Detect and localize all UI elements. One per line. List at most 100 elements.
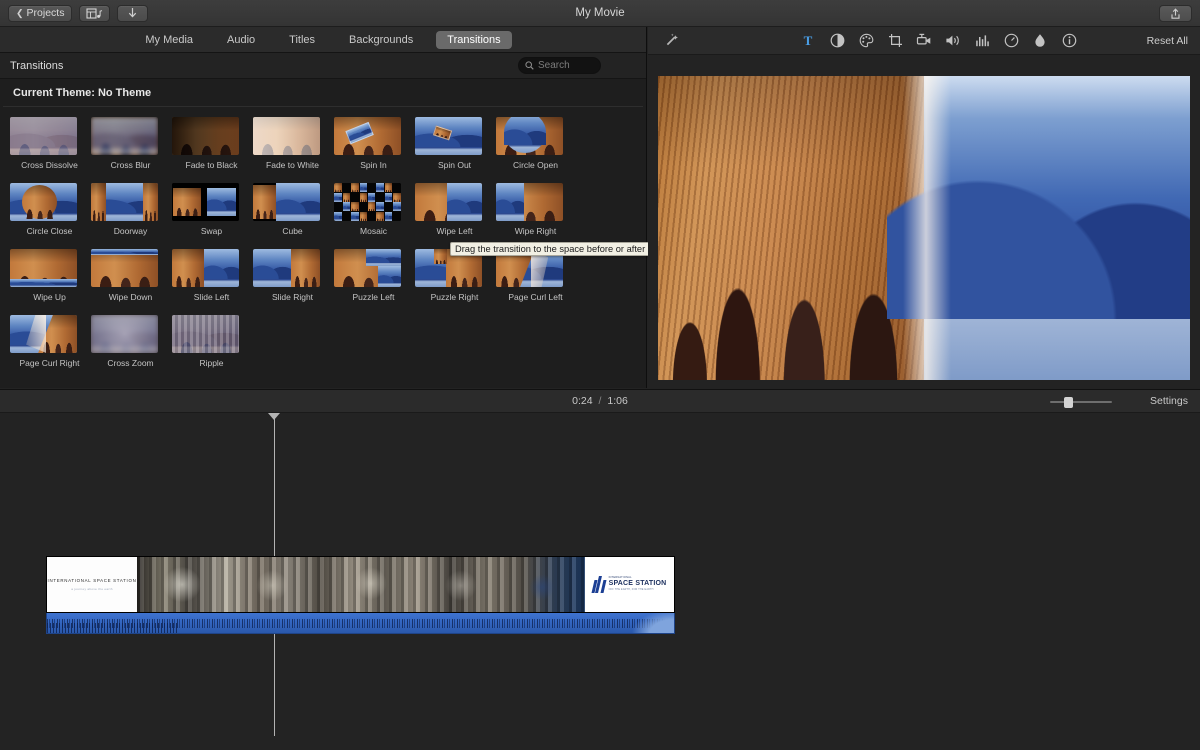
- mosaic-tile: [384, 192, 393, 202]
- transition-thumbnail[interactable]: [10, 117, 77, 155]
- speed-icon[interactable]: [1003, 32, 1019, 49]
- transition-thumbnail[interactable]: [172, 117, 239, 155]
- transition-item-wipe-up[interactable]: Wipe Up: [10, 249, 91, 302]
- transition-item-spin-out[interactable]: Spin Out: [415, 117, 496, 170]
- clip-info-icon[interactable]: [1061, 32, 1077, 49]
- transition-item-page-curl-left[interactable]: Page Curl Left: [496, 249, 577, 302]
- transition-thumbnail[interactable]: [172, 249, 239, 287]
- transition-item-wipe-left[interactable]: Wipe Left: [415, 183, 496, 236]
- transition-label: Cross Dissolve: [21, 160, 78, 170]
- reset-all-button[interactable]: Reset All: [1147, 35, 1188, 47]
- color-correction-icon[interactable]: [858, 32, 874, 49]
- transition-thumbnail[interactable]: [334, 117, 401, 155]
- transition-thumbnail[interactable]: [91, 249, 158, 287]
- transition-item-spin-in[interactable]: Spin In: [334, 117, 415, 170]
- transition-thumbnail[interactable]: [253, 249, 320, 287]
- mosaic-tile: [376, 183, 384, 193]
- timeline-settings-button[interactable]: Settings: [1150, 395, 1188, 407]
- search-input[interactable]: Search: [518, 57, 601, 74]
- transition-item-puzzle-right[interactable]: Puzzle Right: [415, 249, 496, 302]
- transition-label: Puzzle Right: [430, 292, 479, 302]
- transition-thumbnail[interactable]: [91, 183, 158, 221]
- volume-icon[interactable]: [945, 32, 961, 49]
- transition-thumbnail[interactable]: [91, 315, 158, 353]
- transition-thumbnail[interactable]: [10, 183, 77, 221]
- transition-thumbnail[interactable]: [91, 117, 158, 155]
- timeline-clip[interactable]: INTERNATIONAL SPACE STATION a journey ab…: [46, 556, 675, 634]
- transition-thumbnail[interactable]: [496, 183, 563, 221]
- drag-transition-tooltip: Drag the transition to the space before …: [450, 242, 675, 256]
- stabilization-icon[interactable]: [916, 32, 932, 49]
- transition-item-puzzle-left[interactable]: Puzzle Left: [334, 249, 415, 302]
- auto-enhance-button[interactable]: [664, 33, 679, 53]
- audio-waveform-strip[interactable]: [46, 613, 675, 634]
- transition-item-mosaic[interactable]: Mosaic: [334, 183, 415, 236]
- transition-thumbnail[interactable]: [415, 117, 482, 155]
- transition-item-ripple[interactable]: Ripple: [172, 315, 253, 368]
- transition-item-wipe-down[interactable]: Wipe Down: [91, 249, 172, 302]
- imovie-window: ❮ Projects My Movie My Media Audio Title…: [0, 0, 1200, 750]
- preview-outgoing-clip: [658, 76, 924, 380]
- viewer-panel: T Reset All: [648, 27, 1200, 388]
- transition-item-slide-left[interactable]: Slide Left: [172, 249, 253, 302]
- zoom-overlay: [91, 315, 158, 353]
- transition-item-swap[interactable]: Swap: [172, 183, 253, 236]
- share-button[interactable]: [1159, 5, 1192, 22]
- tab-transitions[interactable]: Transitions: [436, 30, 512, 49]
- noise-reduction-icon[interactable]: [1032, 32, 1048, 49]
- thumb-scene: [91, 117, 158, 155]
- transition-thumbnail[interactable]: [334, 183, 401, 221]
- filmstrip-frames: [137, 557, 587, 612]
- transition-label: Puzzle Left: [352, 292, 395, 302]
- timeline-zoom-slider[interactable]: [1050, 397, 1112, 408]
- transition-thumbnail[interactable]: [415, 183, 482, 221]
- transition-item-page-curl-right[interactable]: Page Curl Right: [10, 315, 91, 368]
- download-button[interactable]: [117, 4, 149, 22]
- tab-backgrounds[interactable]: Backgrounds: [338, 31, 424, 49]
- timeline-toolbar: 0:24 / 1:06 Settings: [0, 389, 1200, 413]
- transition-thumbnail[interactable]: [496, 117, 563, 155]
- transition-item-slide-right[interactable]: Slide Right: [253, 249, 334, 302]
- share-icon: [1171, 7, 1180, 19]
- transition-thumbnail[interactable]: [334, 249, 401, 287]
- transition-label: Spin Out: [437, 160, 472, 170]
- crop-icon[interactable]: [887, 32, 903, 49]
- transition-item-wipe-right[interactable]: Wipe Right: [496, 183, 577, 236]
- title-text-icon[interactable]: T: [800, 32, 816, 49]
- tab-audio[interactable]: Audio: [216, 31, 266, 49]
- transition-thumbnail[interactable]: [10, 315, 77, 353]
- thumb-scene: [447, 183, 482, 221]
- timeline-area[interactable]: 8.0s – Space expl... INTERNATIONAL SPACE…: [0, 413, 1200, 750]
- transition-item-cross-zoom[interactable]: Cross Zoom: [91, 315, 172, 368]
- tab-titles[interactable]: Titles: [278, 31, 326, 49]
- download-icon: [129, 8, 137, 18]
- audio-equalizer-icon[interactable]: [974, 32, 990, 49]
- svg-text:T: T: [804, 33, 813, 48]
- transition-item-circle-open[interactable]: Circle Open: [496, 117, 577, 170]
- fade-overlay: [172, 117, 239, 155]
- projects-button[interactable]: ❮ Projects: [8, 4, 73, 22]
- transition-thumbnail[interactable]: [172, 315, 239, 353]
- zoom-slider-thumb[interactable]: [1064, 397, 1073, 408]
- transition-thumbnail[interactable]: [253, 183, 320, 221]
- transition-thumbnail[interactable]: [172, 183, 239, 221]
- video-filmstrip[interactable]: INTERNATIONAL SPACE STATION a journey ab…: [46, 556, 675, 613]
- mosaic-tile: [334, 183, 342, 193]
- current-theme-label: Current Theme: No Theme: [13, 86, 152, 99]
- transition-thumbnail[interactable]: [10, 249, 77, 287]
- transition-item-cross-blur[interactable]: Cross Blur: [91, 117, 172, 170]
- transition-item-fade-to-black[interactable]: Fade to Black: [172, 117, 253, 170]
- transition-item-cross-dissolve[interactable]: Cross Dissolve: [10, 117, 91, 170]
- viewer-preview-frame[interactable]: [658, 76, 1190, 380]
- transition-thumbnail[interactable]: [253, 117, 320, 155]
- transition-item-circle-close[interactable]: Circle Close: [10, 183, 91, 236]
- transition-item-doorway[interactable]: Doorway: [91, 183, 172, 236]
- import-media-button[interactable]: [79, 4, 111, 22]
- transition-item-cube[interactable]: Cube: [253, 183, 334, 236]
- tab-my-media[interactable]: My Media: [134, 31, 204, 49]
- color-balance-icon[interactable]: [829, 32, 845, 49]
- mosaic-tile: [351, 183, 359, 193]
- transition-label: Wipe Left: [436, 226, 473, 236]
- transition-item-fade-to-white[interactable]: Fade to White: [253, 117, 334, 170]
- current-theme-row[interactable]: Current Theme: No Theme: [3, 79, 643, 107]
